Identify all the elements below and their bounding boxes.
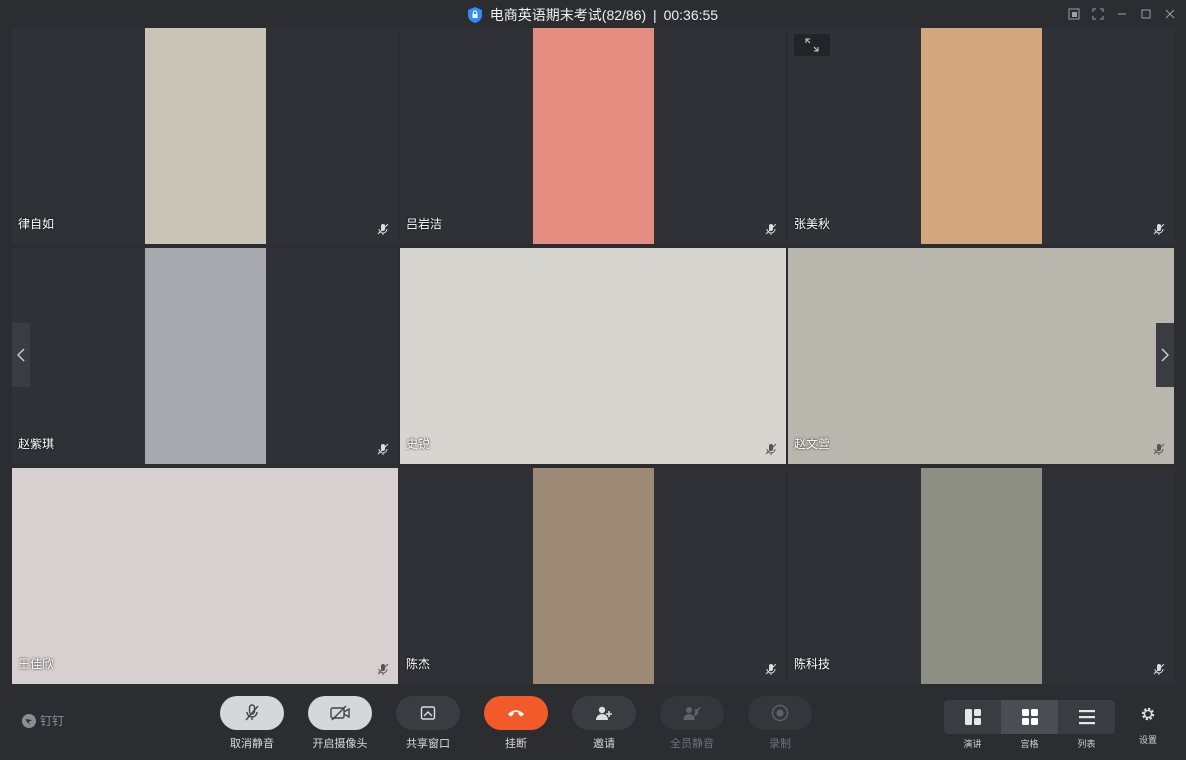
layout-switcher xyxy=(944,700,1115,734)
participant-video xyxy=(400,248,786,464)
participant-tile[interactable]: 律自如 xyxy=(12,28,398,244)
participant-video xyxy=(145,248,266,464)
mic-muted-icon xyxy=(1153,663,1165,675)
mic-muted-icon xyxy=(765,443,777,455)
window-title: 电商英语期末考试(82/86) | 00:36:55 xyxy=(0,5,1186,25)
minimize-icon[interactable] xyxy=(1114,6,1130,22)
participant-name: 张美秋 xyxy=(794,217,831,231)
hangup-phone-icon xyxy=(508,710,524,717)
brand-logo: 钉钉 xyxy=(22,712,64,729)
camera-off-icon xyxy=(330,705,350,721)
layout-list-label: 列表 xyxy=(1077,739,1096,749)
participant-tile[interactable]: 赵紫琪 xyxy=(12,248,398,464)
mic-muted-icon xyxy=(1153,443,1165,455)
participant-video xyxy=(921,468,1042,684)
meeting-toolbar: 钉钉 取消静音 开启摄像头 共享窗口 挂断 邀请 全员静音 录制 演讲 宫格 列… xyxy=(0,684,1186,760)
participant-name: 王佳欣 xyxy=(18,657,55,671)
participant-video xyxy=(533,468,654,684)
record-button: 录制 xyxy=(748,696,812,751)
participant-video xyxy=(788,248,1174,464)
shield-icon xyxy=(467,7,482,23)
next-page-button[interactable] xyxy=(1156,323,1174,387)
participant-tile[interactable]: 史锐 xyxy=(400,248,786,464)
start-camera-label: 开启摄像头 xyxy=(312,738,368,750)
participant-name: 赵紫琪 xyxy=(18,437,55,451)
participant-video xyxy=(921,28,1042,244)
participant-tile[interactable]: 张美秋 xyxy=(788,28,1174,244)
layout-grid-label: 宫格 xyxy=(1020,739,1039,749)
share-window-label: 共享窗口 xyxy=(406,738,450,750)
mic-muted-icon xyxy=(765,663,777,675)
chevron-right-icon xyxy=(1161,348,1169,362)
participant-name: 律自如 xyxy=(18,217,55,231)
unmute-button[interactable]: 取消静音 xyxy=(220,696,284,751)
expand-icon[interactable] xyxy=(794,34,830,56)
video-grid: 律自如 吕岩洁 张美秋 赵紫琪 史锐 赵文萱 王佳欣 陈杰 陈科技 xyxy=(12,28,1174,684)
start-camera-button[interactable]: 开启摄像头 xyxy=(308,696,372,751)
title-separator: | xyxy=(653,7,657,23)
mic-muted-icon xyxy=(377,663,389,675)
title-bar: 电商英语期末考试(82/86) | 00:36:55 xyxy=(0,0,1186,28)
record-icon xyxy=(771,704,789,722)
meeting-title: 电商英语期末考试(82/86) xyxy=(489,7,647,23)
participant-tile[interactable]: 陈杰 xyxy=(400,468,786,684)
participant-video xyxy=(145,28,266,244)
prev-page-button[interactable] xyxy=(12,323,30,387)
mute-all-button: 全员静音 xyxy=(660,696,724,751)
speaker-layout-icon xyxy=(964,709,981,725)
participant-name: 赵文萱 xyxy=(794,437,831,451)
invite-label: 邀请 xyxy=(593,738,615,750)
hangup-button[interactable]: 挂断 xyxy=(484,696,548,751)
mic-muted-icon xyxy=(245,704,259,721)
hangup-label: 挂断 xyxy=(505,738,527,750)
unmute-label: 取消静音 xyxy=(230,738,274,750)
mic-muted-icon xyxy=(377,443,389,455)
settings-button[interactable]: 设置 xyxy=(1132,706,1164,746)
layout-grid-button[interactable] xyxy=(1001,700,1058,734)
gear-icon xyxy=(1141,707,1155,721)
list-layout-icon xyxy=(1078,710,1095,725)
grid-layout-icon xyxy=(1021,709,1038,725)
participant-name: 吕岩洁 xyxy=(406,217,443,231)
participant-tile[interactable]: 陈科技 xyxy=(788,468,1174,684)
record-label: 录制 xyxy=(769,738,791,750)
mic-muted-icon xyxy=(1153,223,1165,235)
close-icon[interactable] xyxy=(1162,6,1178,22)
add-user-icon xyxy=(596,706,612,720)
share-window-button[interactable]: 共享窗口 xyxy=(396,696,460,751)
mute-all-label: 全员静音 xyxy=(670,738,714,750)
invite-button[interactable]: 邀请 xyxy=(572,696,636,751)
dingtalk-logo-icon xyxy=(22,713,36,728)
chevron-left-icon xyxy=(17,348,25,362)
pin-window-icon[interactable] xyxy=(1066,6,1082,22)
share-screen-icon xyxy=(420,706,436,720)
participant-video xyxy=(533,28,654,244)
participant-name: 史锐 xyxy=(406,437,431,451)
layout-speaker-button[interactable] xyxy=(944,700,1001,734)
participant-video xyxy=(12,468,398,684)
fullscreen-icon[interactable] xyxy=(1090,6,1106,22)
layout-speaker-label: 演讲 xyxy=(963,739,982,749)
participant-name: 陈杰 xyxy=(406,657,431,671)
mic-muted-icon xyxy=(377,223,389,235)
brand-name: 钉钉 xyxy=(40,714,65,728)
mute-all-icon xyxy=(683,706,701,720)
participant-tile[interactable]: 王佳欣 xyxy=(12,468,398,684)
meeting-timer: 00:36:55 xyxy=(663,7,719,23)
participant-tile[interactable]: 吕岩洁 xyxy=(400,28,786,244)
participant-name: 陈科技 xyxy=(794,657,831,671)
mic-muted-icon xyxy=(765,223,777,235)
settings-label: 设置 xyxy=(1138,735,1157,745)
participant-tile[interactable]: 赵文萱 xyxy=(788,248,1174,464)
layout-list-button[interactable] xyxy=(1058,700,1115,734)
maximize-icon[interactable] xyxy=(1138,6,1154,22)
